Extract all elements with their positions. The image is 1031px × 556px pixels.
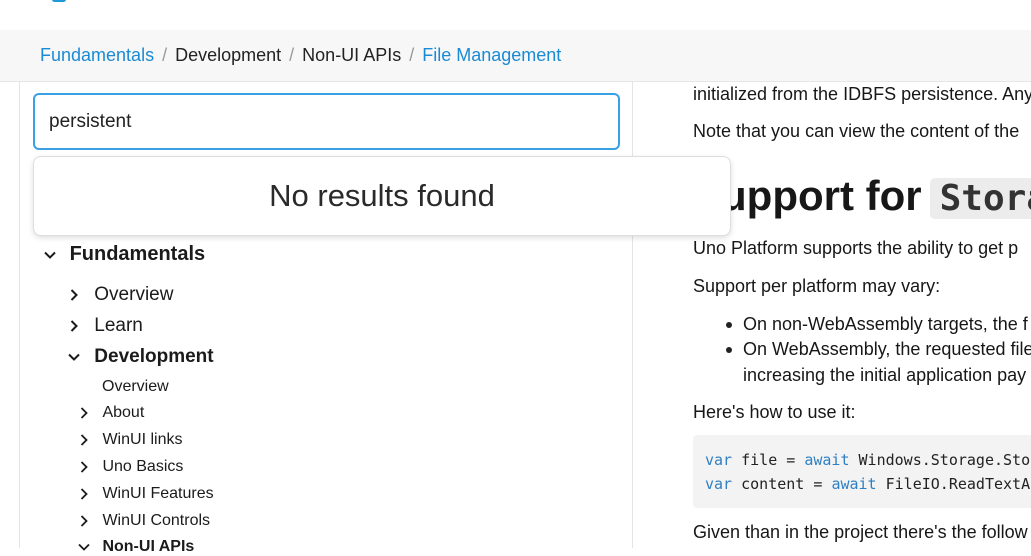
toc-label: Learn bbox=[94, 315, 143, 336]
toc-item-winui-features[interactable]: WinUI Features bbox=[76, 485, 214, 503]
breadcrumb: Fundamentals / Development / Non-UI APIs / Fil… bbox=[40, 45, 561, 66]
code-line: var file = await Windows.Storage.Stor bbox=[705, 451, 1031, 469]
breadcrumb-separator: / bbox=[409, 45, 415, 65]
toc-label: About bbox=[102, 404, 145, 421]
toc-item-about[interactable]: About bbox=[76, 404, 144, 422]
toc-item-winui-links[interactable]: WinUI links bbox=[76, 431, 182, 449]
chevron-down-icon bbox=[42, 247, 58, 263]
toc-item-fundamentals[interactable]: Fundamentals bbox=[42, 243, 205, 266]
toc-item-development[interactable]: Development bbox=[66, 346, 214, 368]
chevron-right-icon bbox=[76, 486, 92, 502]
breadcrumb-separator: / bbox=[289, 45, 295, 65]
toc-label: Development bbox=[94, 346, 214, 367]
chevron-right-icon bbox=[76, 459, 92, 475]
toc-label: Uno Basics bbox=[102, 458, 184, 475]
article-paragraph: Given than in the project there's the fo… bbox=[693, 522, 1028, 542]
article-paragraph: Here's how to use it: bbox=[693, 402, 856, 422]
toc-item-uno-basics[interactable]: Uno Basics bbox=[76, 458, 183, 476]
no-results-message: No results found bbox=[269, 178, 495, 213]
article-paragraph: Uno Platform supports the ability to get… bbox=[693, 238, 1019, 258]
breadcrumb-item-file-management[interactable]: File Management bbox=[422, 45, 561, 65]
article-paragraph: Support per platform may vary: bbox=[693, 276, 941, 296]
chevron-right-icon bbox=[66, 287, 82, 303]
chevron-down-icon bbox=[66, 349, 82, 365]
toc-item-winui-controls[interactable]: WinUI Controls bbox=[76, 512, 210, 530]
toc-item-overview[interactable]: Overview bbox=[66, 284, 173, 306]
toc-label: Non-UI APIs bbox=[102, 538, 195, 555]
breadcrumb-item-non-ui-apis: Non-UI APIs bbox=[302, 45, 402, 65]
toc-item-dev-overview[interactable]: Overview bbox=[102, 378, 169, 396]
search-input[interactable] bbox=[35, 95, 618, 148]
bullet-dot bbox=[726, 347, 732, 353]
code-line: var content = await FileIO.ReadTextAs bbox=[705, 475, 1031, 493]
chevron-right-icon bbox=[76, 405, 92, 421]
chevron-down-icon bbox=[76, 539, 92, 555]
article-content: initialized from the IDBFS persistence. … bbox=[634, 82, 1031, 548]
breadcrumb-bar: Fundamentals / Development / Non-UI APIs / Fil… bbox=[0, 30, 1031, 82]
code-block: var file = await Windows.Storage.Stor va… bbox=[693, 435, 1031, 508]
toc-label: WinUI links bbox=[102, 431, 183, 448]
chevron-right-icon bbox=[76, 513, 92, 529]
search-results-dropdown: No results found bbox=[33, 156, 731, 236]
toc-label: Overview bbox=[102, 378, 169, 395]
toc-label: WinUI Features bbox=[102, 485, 214, 502]
chevron-right-icon bbox=[66, 318, 82, 334]
top-navbar bbox=[0, 0, 1031, 30]
toc-item-non-ui-apis[interactable]: Non-UI APIs bbox=[76, 538, 194, 556]
breadcrumb-item-fundamentals[interactable]: Fundamentals bbox=[40, 45, 154, 65]
toc-item-learn[interactable]: Learn bbox=[66, 315, 143, 337]
toc-label: Fundamentals bbox=[69, 243, 206, 265]
list-item: On WebAssembly, the requested file bbox=[743, 339, 1031, 359]
list-item: On non-WebAssembly targets, the f bbox=[743, 314, 1028, 334]
breadcrumb-item-development: Development bbox=[175, 45, 282, 65]
toc-label: WinUI Controls bbox=[102, 512, 211, 529]
bullet-dot bbox=[726, 322, 732, 328]
chevron-right-icon bbox=[76, 432, 92, 448]
article-paragraph: initialized from the IDBFS persistence. … bbox=[693, 84, 1031, 104]
heading-code: Stora bbox=[929, 178, 1031, 219]
toc-label: Overview bbox=[94, 284, 174, 305]
list-item-continued: increasing the initial application pay bbox=[743, 365, 1027, 385]
breadcrumb-separator: / bbox=[162, 45, 168, 65]
search-box[interactable] bbox=[33, 93, 620, 150]
article-paragraph: Note that you can view the content of th… bbox=[693, 121, 1020, 141]
logo-fragment bbox=[52, 0, 66, 2]
section-heading: Support forStora bbox=[693, 172, 1031, 220]
